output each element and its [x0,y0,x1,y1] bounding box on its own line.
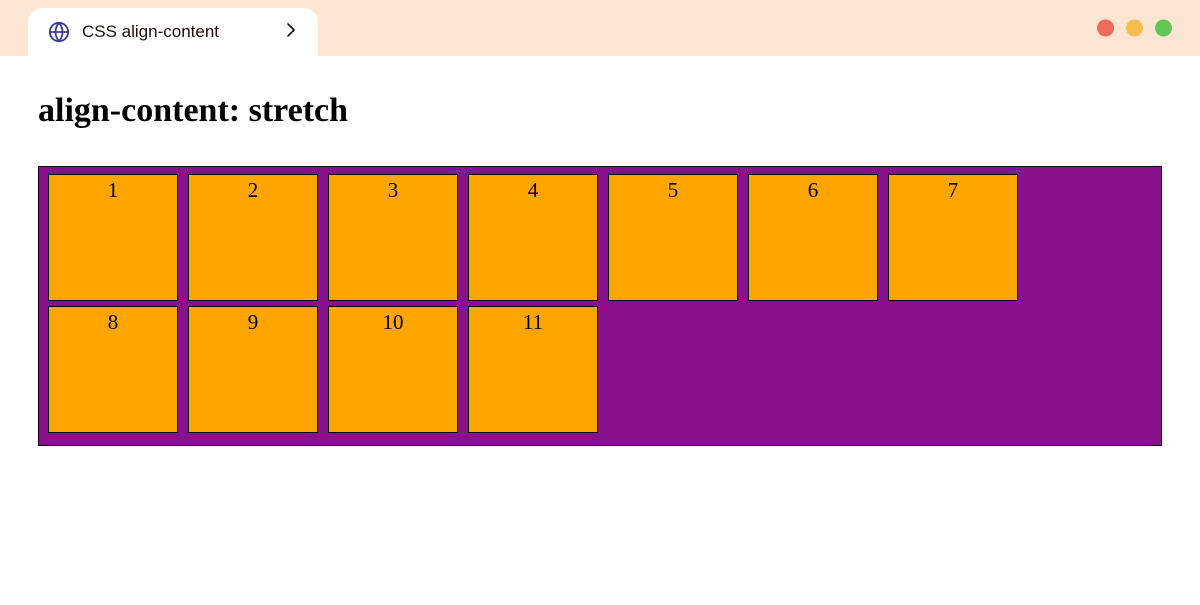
flex-item: 10 [328,306,458,433]
window-controls [1097,20,1172,37]
chevron-right-icon [286,23,296,42]
flex-container: 1 2 3 4 5 6 7 8 9 10 11 [38,166,1162,446]
browser-tab[interactable]: CSS align-content [28,8,318,56]
flex-item: 2 [188,174,318,301]
flex-item: 7 [888,174,1018,301]
flex-item: 9 [188,306,318,433]
window-maximize-button[interactable] [1155,20,1172,37]
tab-title: CSS align-content [82,22,219,42]
page-content: align-content: stretch 1 2 3 4 5 6 7 8 9… [0,56,1200,446]
flex-item: 3 [328,174,458,301]
page-title: align-content: stretch [38,92,1162,130]
flex-item: 8 [48,306,178,433]
flex-item: 5 [608,174,738,301]
window-close-button[interactable] [1097,20,1114,37]
globe-icon [48,21,70,43]
flex-item: 1 [48,174,178,301]
browser-header: CSS align-content [0,0,1200,56]
flex-item: 4 [468,174,598,301]
flex-item: 11 [468,306,598,433]
flex-item: 6 [748,174,878,301]
window-minimize-button[interactable] [1126,20,1143,37]
